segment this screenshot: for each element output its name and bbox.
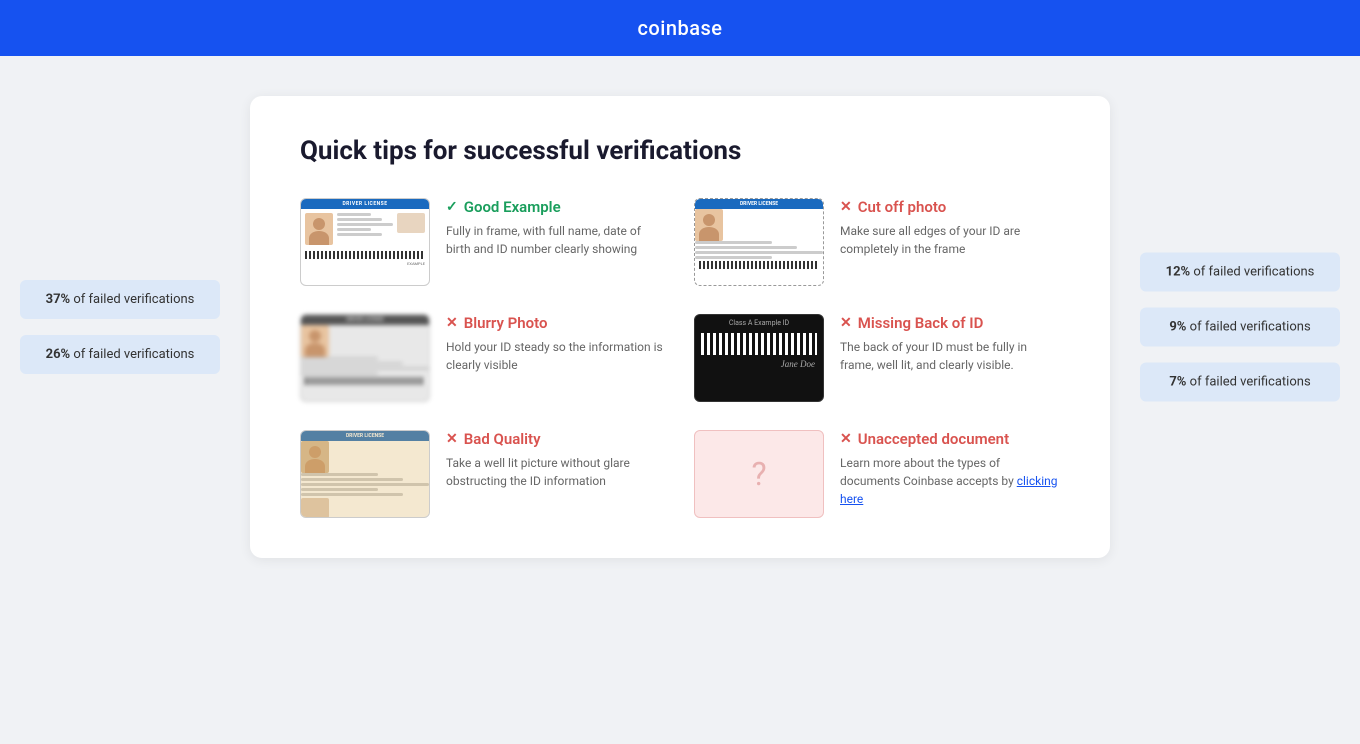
left-badge-1-label: of failed verifications bbox=[73, 292, 194, 307]
x-icon-missing-back: ✕ bbox=[840, 315, 852, 331]
example-text-blurry: ✕ Blurry Photo Hold your ID steady so th… bbox=[446, 314, 666, 374]
left-badge-2: 26% of failed verifications bbox=[20, 335, 220, 374]
missing-back-desc: The back of your ID must be fully in fra… bbox=[840, 338, 1060, 374]
x-icon-cutoff: ✕ bbox=[840, 199, 852, 215]
coinbase-logo: coinbase bbox=[637, 16, 722, 40]
cutoff-desc: Make sure all edges of your ID are compl… bbox=[840, 222, 1060, 258]
example-text-cutoff: ✕ Cut off photo Make sure all edges of y… bbox=[840, 198, 1060, 258]
example-good-example: DRIVER LICENSE bbox=[300, 198, 666, 286]
blurry-desc: Hold your ID steady so the information i… bbox=[446, 338, 666, 374]
example-unaccepted: ? ✕ Unaccepted document Learn more about… bbox=[694, 430, 1060, 518]
left-badge-2-label: of failed verifications bbox=[73, 347, 194, 362]
right-badge-2-label: of failed verifications bbox=[1190, 320, 1311, 335]
id-avatar-bad bbox=[301, 441, 329, 473]
id-card-cutoff: DRIVER LICENSE bbox=[694, 198, 824, 286]
missing-back-title: Missing Back of ID bbox=[858, 314, 984, 332]
left-badge-2-percent: 26% bbox=[46, 347, 71, 362]
id-card-blurry: DRIVER LICENSE bbox=[300, 314, 430, 402]
example-title-cutoff: ✕ Cut off photo bbox=[840, 198, 1060, 216]
good-example-desc: Fully in frame, with full name, date of … bbox=[446, 222, 666, 258]
example-missing-back: Class A Example ID Jane Doe ✕ Missing Ba… bbox=[694, 314, 1060, 402]
id-card-good: DRIVER LICENSE bbox=[300, 198, 430, 286]
main-card: Quick tips for successful verifications … bbox=[250, 96, 1110, 558]
example-title-missing-back: ✕ Missing Back of ID bbox=[840, 314, 1060, 332]
example-cut-off: DRIVER LICENSE ✕ bbox=[694, 198, 1060, 286]
id-card-unaccepted: ? bbox=[694, 430, 824, 518]
unaccepted-desc: Learn more about the types of documents … bbox=[840, 454, 1060, 508]
right-badge-1: 12% of failed verifications bbox=[1140, 253, 1340, 292]
example-title-unaccepted: ✕ Unaccepted document bbox=[840, 430, 1060, 448]
example-title-bad: ✕ Bad Quality bbox=[446, 430, 666, 448]
example-text-missing-back: ✕ Missing Back of ID The back of your ID… bbox=[840, 314, 1060, 374]
right-badges: 12% of failed verifications 9% of failed… bbox=[1140, 253, 1340, 402]
x-icon-blurry: ✕ bbox=[446, 315, 458, 331]
left-badge-1-percent: 37% bbox=[46, 292, 71, 307]
example-blurry: DRIVER LICENSE ✕ bbox=[300, 314, 666, 402]
id-avatar-blurry bbox=[301, 325, 329, 357]
right-badge-1-label: of failed verifications bbox=[1193, 265, 1314, 280]
x-icon-unaccepted: ✕ bbox=[840, 431, 852, 447]
example-text-good: ✓ Good Example Fully in frame, with full… bbox=[446, 198, 666, 258]
left-badge-1: 37% of failed verifications bbox=[20, 280, 220, 319]
x-icon-bad: ✕ bbox=[446, 431, 458, 447]
right-badge-3-percent: 7% bbox=[1169, 375, 1186, 390]
examples-grid: DRIVER LICENSE bbox=[300, 198, 1060, 518]
right-badge-3-label: of failed verifications bbox=[1190, 375, 1311, 390]
question-mark-icon: ? bbox=[751, 455, 766, 493]
header: coinbase bbox=[0, 0, 1360, 56]
id-card-bad: DRIVER LICENSE bbox=[300, 430, 430, 518]
good-example-title: Good Example bbox=[464, 198, 561, 216]
unaccepted-title: Unaccepted document bbox=[858, 430, 1009, 448]
page-title: Quick tips for successful verifications bbox=[300, 136, 1060, 166]
example-bad-quality: DRIVER LICENSE bbox=[300, 430, 666, 518]
example-title-good: ✓ Good Example bbox=[446, 198, 666, 216]
right-badge-3: 7% of failed verifications bbox=[1140, 363, 1340, 402]
right-badge-2-percent: 9% bbox=[1169, 320, 1186, 335]
blurry-title: Blurry Photo bbox=[464, 314, 548, 332]
main-wrapper: 37% of failed verifications 26% of faile… bbox=[0, 56, 1360, 598]
right-badge-2: 9% of failed verifications bbox=[1140, 308, 1340, 347]
cutoff-title: Cut off photo bbox=[858, 198, 946, 216]
example-text-bad: ✕ Bad Quality Take a well lit picture wi… bbox=[446, 430, 666, 490]
id-avatar-cutoff bbox=[695, 209, 723, 241]
right-badge-1-percent: 12% bbox=[1166, 265, 1191, 280]
id-avatar-good bbox=[305, 213, 333, 245]
bad-quality-title: Bad Quality bbox=[464, 430, 541, 448]
example-title-blurry: ✕ Blurry Photo bbox=[446, 314, 666, 332]
bad-quality-desc: Take a well lit picture without glare ob… bbox=[446, 454, 666, 490]
id-card-missing-back: Class A Example ID Jane Doe bbox=[694, 314, 824, 402]
left-badges: 37% of failed verifications 26% of faile… bbox=[20, 280, 220, 374]
check-icon: ✓ bbox=[446, 199, 458, 215]
example-text-unaccepted: ✕ Unaccepted document Learn more about t… bbox=[840, 430, 1060, 508]
